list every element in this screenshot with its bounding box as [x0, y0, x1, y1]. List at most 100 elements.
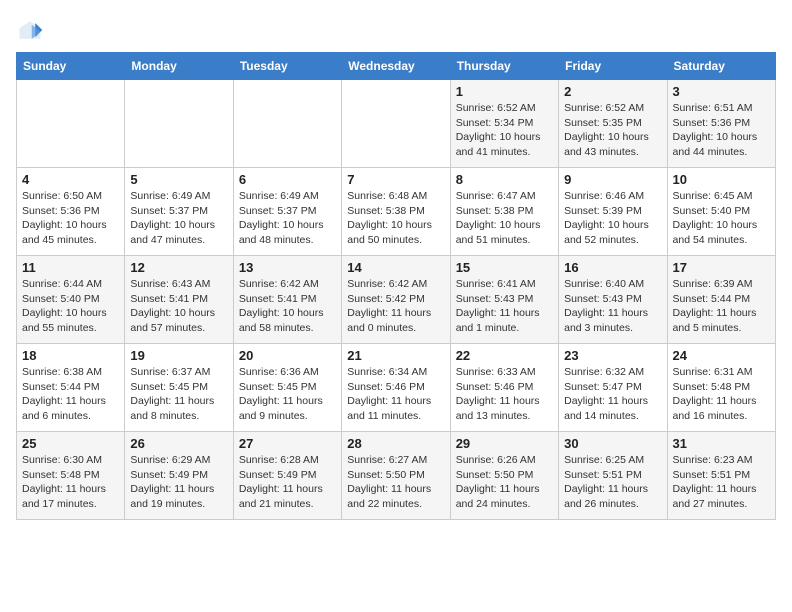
- day-info: Sunrise: 6:39 AM Sunset: 5:44 PM Dayligh…: [673, 277, 770, 336]
- days-of-week-row: SundayMondayTuesdayWednesdayThursdayFrid…: [17, 53, 776, 80]
- day-number: 22: [456, 348, 553, 363]
- day-number: 12: [130, 260, 227, 275]
- week-row-4: 18 Sunrise: 6:38 AM Sunset: 5:44 PM Dayli…: [17, 344, 776, 432]
- week-row-1: 1 Sunrise: 6:52 AM Sunset: 5:34 PM Daylig…: [17, 80, 776, 168]
- calendar-cell: 21 Sunrise: 6:34 AM Sunset: 5:46 PM Dayli…: [342, 344, 450, 432]
- day-info: Sunrise: 6:31 AM Sunset: 5:48 PM Dayligh…: [673, 365, 770, 424]
- day-number: 5: [130, 172, 227, 187]
- day-info: Sunrise: 6:52 AM Sunset: 5:35 PM Dayligh…: [564, 101, 661, 160]
- day-info: Sunrise: 6:43 AM Sunset: 5:41 PM Dayligh…: [130, 277, 227, 336]
- day-number: 15: [456, 260, 553, 275]
- calendar-cell: 20 Sunrise: 6:36 AM Sunset: 5:45 PM Dayli…: [233, 344, 341, 432]
- calendar-cell: 28 Sunrise: 6:27 AM Sunset: 5:50 PM Dayli…: [342, 432, 450, 520]
- calendar-cell: 1 Sunrise: 6:52 AM Sunset: 5:34 PM Daylig…: [450, 80, 558, 168]
- calendar-cell: [342, 80, 450, 168]
- week-row-5: 25 Sunrise: 6:30 AM Sunset: 5:48 PM Dayli…: [17, 432, 776, 520]
- day-number: 10: [673, 172, 770, 187]
- day-info: Sunrise: 6:50 AM Sunset: 5:36 PM Dayligh…: [22, 189, 119, 248]
- week-row-3: 11 Sunrise: 6:44 AM Sunset: 5:40 PM Dayli…: [17, 256, 776, 344]
- day-info: Sunrise: 6:29 AM Sunset: 5:49 PM Dayligh…: [130, 453, 227, 512]
- day-number: 14: [347, 260, 444, 275]
- dow-header-wednesday: Wednesday: [342, 53, 450, 80]
- day-number: 2: [564, 84, 661, 99]
- calendar-cell: 3 Sunrise: 6:51 AM Sunset: 5:36 PM Daylig…: [667, 80, 775, 168]
- day-number: 4: [22, 172, 119, 187]
- day-number: 25: [22, 436, 119, 451]
- day-number: 23: [564, 348, 661, 363]
- calendar-cell: 19 Sunrise: 6:37 AM Sunset: 5:45 PM Dayli…: [125, 344, 233, 432]
- calendar-cell: 16 Sunrise: 6:40 AM Sunset: 5:43 PM Dayli…: [559, 256, 667, 344]
- dow-header-thursday: Thursday: [450, 53, 558, 80]
- day-number: 16: [564, 260, 661, 275]
- day-number: 31: [673, 436, 770, 451]
- calendar-cell: 15 Sunrise: 6:41 AM Sunset: 5:43 PM Dayli…: [450, 256, 558, 344]
- day-number: 19: [130, 348, 227, 363]
- header: [16, 16, 776, 44]
- dow-header-friday: Friday: [559, 53, 667, 80]
- day-info: Sunrise: 6:30 AM Sunset: 5:48 PM Dayligh…: [22, 453, 119, 512]
- day-info: Sunrise: 6:41 AM Sunset: 5:43 PM Dayligh…: [456, 277, 553, 336]
- calendar-cell: 4 Sunrise: 6:50 AM Sunset: 5:36 PM Daylig…: [17, 168, 125, 256]
- day-info: Sunrise: 6:27 AM Sunset: 5:50 PM Dayligh…: [347, 453, 444, 512]
- day-info: Sunrise: 6:40 AM Sunset: 5:43 PM Dayligh…: [564, 277, 661, 336]
- calendar-cell: 12 Sunrise: 6:43 AM Sunset: 5:41 PM Dayli…: [125, 256, 233, 344]
- day-number: 6: [239, 172, 336, 187]
- day-number: 28: [347, 436, 444, 451]
- calendar-cell: 8 Sunrise: 6:47 AM Sunset: 5:38 PM Daylig…: [450, 168, 558, 256]
- day-number: 18: [22, 348, 119, 363]
- calendar-cell: 9 Sunrise: 6:46 AM Sunset: 5:39 PM Daylig…: [559, 168, 667, 256]
- day-number: 1: [456, 84, 553, 99]
- calendar-cell: 22 Sunrise: 6:33 AM Sunset: 5:46 PM Dayli…: [450, 344, 558, 432]
- calendar-cell: [17, 80, 125, 168]
- day-number: 17: [673, 260, 770, 275]
- day-number: 30: [564, 436, 661, 451]
- calendar-cell: 29Sunrise: 6:26 AM Sunset: 5:50 PM Dayli…: [450, 432, 558, 520]
- calendar-table: SundayMondayTuesdayWednesdayThursdayFrid…: [16, 52, 776, 520]
- day-info: Sunrise: 6:44 AM Sunset: 5:40 PM Dayligh…: [22, 277, 119, 336]
- day-info: Sunrise: 6:32 AM Sunset: 5:47 PM Dayligh…: [564, 365, 661, 424]
- day-info: Sunrise: 6:52 AM Sunset: 5:34 PM Dayligh…: [456, 101, 553, 160]
- dow-header-sunday: Sunday: [17, 53, 125, 80]
- calendar-cell: 24 Sunrise: 6:31 AM Sunset: 5:48 PM Dayli…: [667, 344, 775, 432]
- day-info: Sunrise: 6:47 AM Sunset: 5:38 PM Dayligh…: [456, 189, 553, 248]
- day-number: 8: [456, 172, 553, 187]
- calendar-cell: 6 Sunrise: 6:49 AM Sunset: 5:37 PM Daylig…: [233, 168, 341, 256]
- day-info: Sunrise: 6:34 AM Sunset: 5:46 PM Dayligh…: [347, 365, 444, 424]
- day-number: 7: [347, 172, 444, 187]
- calendar-cell: 26 Sunrise: 6:29 AM Sunset: 5:49 PM Dayli…: [125, 432, 233, 520]
- calendar-cell: 31 Sunrise: 6:23 AM Sunset: 5:51 PM Dayli…: [667, 432, 775, 520]
- day-info: Sunrise: 6:37 AM Sunset: 5:45 PM Dayligh…: [130, 365, 227, 424]
- day-info: Sunrise: 6:36 AM Sunset: 5:45 PM Dayligh…: [239, 365, 336, 424]
- day-number: 3: [673, 84, 770, 99]
- day-number: 29: [456, 436, 553, 451]
- day-info: Sunrise: 6:33 AM Sunset: 5:46 PM Dayligh…: [456, 365, 553, 424]
- day-info: Sunrise: 6:23 AM Sunset: 5:51 PM Dayligh…: [673, 453, 770, 512]
- logo: [16, 16, 48, 44]
- day-info: Sunrise: 6:38 AM Sunset: 5:44 PM Dayligh…: [22, 365, 119, 424]
- day-number: 21: [347, 348, 444, 363]
- day-info: Sunrise: 6:25 AM Sunset: 5:51 PM Dayligh…: [564, 453, 661, 512]
- calendar-cell: 5Sunrise: 6:49 AM Sunset: 5:37 PM Daylig…: [125, 168, 233, 256]
- calendar-cell: 7Sunrise: 6:48 AM Sunset: 5:38 PM Daylig…: [342, 168, 450, 256]
- day-info: Sunrise: 6:42 AM Sunset: 5:41 PM Dayligh…: [239, 277, 336, 336]
- day-info: Sunrise: 6:51 AM Sunset: 5:36 PM Dayligh…: [673, 101, 770, 160]
- calendar-cell: 2 Sunrise: 6:52 AM Sunset: 5:35 PM Daylig…: [559, 80, 667, 168]
- day-number: 24: [673, 348, 770, 363]
- dow-header-saturday: Saturday: [667, 53, 775, 80]
- day-number: 27: [239, 436, 336, 451]
- day-number: 11: [22, 260, 119, 275]
- dow-header-monday: Monday: [125, 53, 233, 80]
- day-info: Sunrise: 6:46 AM Sunset: 5:39 PM Dayligh…: [564, 189, 661, 248]
- day-info: Sunrise: 6:49 AM Sunset: 5:37 PM Dayligh…: [239, 189, 336, 248]
- calendar-cell: [233, 80, 341, 168]
- calendar-cell: 25 Sunrise: 6:30 AM Sunset: 5:48 PM Dayli…: [17, 432, 125, 520]
- calendar-body: 1 Sunrise: 6:52 AM Sunset: 5:34 PM Daylig…: [17, 80, 776, 520]
- day-number: 20: [239, 348, 336, 363]
- calendar-cell: 18 Sunrise: 6:38 AM Sunset: 5:44 PM Dayli…: [17, 344, 125, 432]
- day-number: 9: [564, 172, 661, 187]
- calendar-cell: 17 Sunrise: 6:39 AM Sunset: 5:44 PM Dayli…: [667, 256, 775, 344]
- calendar-cell: [125, 80, 233, 168]
- day-number: 26: [130, 436, 227, 451]
- calendar-cell: 11 Sunrise: 6:44 AM Sunset: 5:40 PM Dayli…: [17, 256, 125, 344]
- logo-icon: [16, 16, 44, 44]
